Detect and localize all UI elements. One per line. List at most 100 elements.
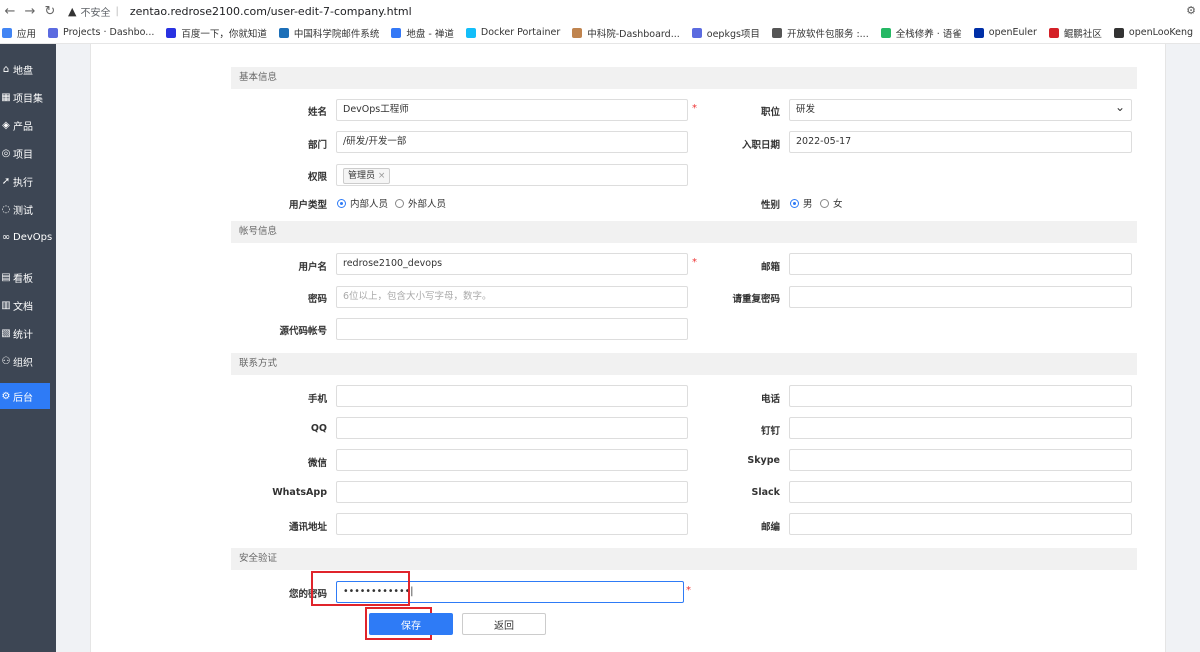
repeat-password-label: 请重复密码 xyxy=(732,294,780,305)
sidebar-item-3[interactable]: ◎ 项目 xyxy=(0,140,56,166)
bookmark-label: 鲲鹏社区 xyxy=(1063,28,1102,40)
bookmark-item[interactable]: 地盘 - 禅道 xyxy=(391,26,454,40)
back-arrow-icon[interactable]: ← xyxy=(0,4,20,19)
sidebar-item-2[interactable]: ◈ 产品 xyxy=(0,112,56,138)
bookmark-favicon-icon xyxy=(465,27,476,38)
bookmark-label: 百度一下，你就知道 xyxy=(181,28,267,40)
back-button[interactable]: 返回 xyxy=(462,613,546,635)
whatsapp-label: WhatsApp xyxy=(272,487,327,498)
sidebar-item-label: 组织 xyxy=(13,357,33,369)
required-mark: * xyxy=(686,585,691,596)
save-button[interactable]: 保存 xyxy=(369,613,453,635)
sidebar-item-label: 看板 xyxy=(13,273,33,285)
role-select[interactable]: 研发 xyxy=(789,99,1132,121)
dept-select[interactable]: /研发/开发一部 xyxy=(336,131,688,153)
password-input[interactable]: 6位以上，包含大小写字母，数字。 xyxy=(336,286,688,308)
sidebar-item-4[interactable]: ➚ 执行 xyxy=(0,168,56,194)
name-input[interactable]: DevOps工程师 xyxy=(336,99,688,121)
url-text[interactable]: zentao.redrose2100.com/user-edit-7-compa… xyxy=(130,5,412,18)
qq-label: QQ xyxy=(310,423,327,434)
bookmark-item[interactable]: Projects · Dashbo... xyxy=(48,27,154,38)
sidebar-item-6[interactable]: ∞ DevOps xyxy=(0,224,56,250)
doc-icon: ▥ xyxy=(1,299,11,311)
bookmark-item[interactable]: Docker Portainer xyxy=(465,27,560,38)
extension-icon[interactable]: ⚙ xyxy=(1186,4,1196,17)
chart-icon: ▧ xyxy=(1,327,11,339)
reload-icon[interactable]: ↻ xyxy=(40,4,60,19)
mobile-label: 手机 xyxy=(307,394,327,405)
zipcode-input[interactable] xyxy=(789,513,1132,535)
bookmark-favicon-icon xyxy=(2,27,12,38)
remove-chip-icon[interactable]: × xyxy=(378,171,386,181)
sidebar-item-1[interactable]: ▦ 项目集 xyxy=(0,84,56,110)
slack-input[interactable] xyxy=(789,481,1132,503)
bookmark-item[interactable]: 全栈修养 · 语雀 xyxy=(880,26,962,40)
grid-icon: ▦ xyxy=(1,91,11,103)
gender-label: 性别 xyxy=(760,200,780,211)
radio-unchecked-icon xyxy=(395,198,404,208)
bookmark-label: 全栈修养 · 语雀 xyxy=(895,28,962,40)
section-contact: 联系方式 xyxy=(231,353,1137,375)
bookmark-item[interactable]: 鲲鹏社区 xyxy=(1048,26,1102,40)
bookmark-item[interactable]: oepkgs项目 xyxy=(691,26,760,40)
sidebar-item-label: 测试 xyxy=(13,205,33,217)
bookmark-item[interactable]: 中科院-Dashboard... xyxy=(572,26,680,40)
zipcode-label: 邮编 xyxy=(760,522,780,533)
sidebar-item-7[interactable]: ▤ 看板 xyxy=(0,264,56,290)
role-label: 职位 xyxy=(760,107,780,118)
sidebar-item-8[interactable]: ▥ 文档 xyxy=(0,292,56,318)
qq-input[interactable] xyxy=(336,417,688,439)
bookmark-item[interactable]: 百度一下，你就知道 xyxy=(166,26,267,40)
privilege-chip[interactable]: 管理员 × xyxy=(343,168,391,184)
weixin-input[interactable] xyxy=(336,449,688,471)
home-icon: ⌂ xyxy=(2,63,10,75)
bookmark-label: 中国科学院邮件系统 xyxy=(293,28,380,40)
account-label: 用户名 xyxy=(298,262,327,273)
radio-outer-label: 外部人员 xyxy=(408,199,447,210)
insecure-indicator[interactable]: ▲ 不安全 xyxy=(68,4,110,19)
sidebar-item-0[interactable]: ⌂ 地盘 xyxy=(0,56,56,82)
section-basic-info: 基本信息 xyxy=(231,67,1137,89)
dingding-label: 钉钉 xyxy=(760,426,780,437)
radio-inner-label: 内部人员 xyxy=(350,199,389,210)
sidebar-item-11[interactable]: ⚙ 后台 xyxy=(0,383,50,409)
bookmark-favicon-icon xyxy=(166,27,177,38)
skype-input[interactable] xyxy=(789,449,1132,471)
sidebar-item-label: 执行 xyxy=(13,177,33,189)
sidebar-item-9[interactable]: ▧ 统计 xyxy=(0,320,56,346)
phone-label: 电话 xyxy=(760,394,780,405)
bookmark-item[interactable]: 应用 xyxy=(2,26,36,40)
bookmark-label: openEuler xyxy=(988,27,1037,38)
sidebar-item-label: 产品 xyxy=(13,121,33,133)
radio-male[interactable]: 男 xyxy=(790,196,813,210)
whatsapp-input[interactable] xyxy=(336,481,688,503)
sidebar-item-label: 项目集 xyxy=(13,93,43,105)
address-input[interactable] xyxy=(336,513,688,535)
bookmark-favicon-icon xyxy=(1048,27,1059,38)
bookmark-item[interactable]: 中国科学院邮件系统 xyxy=(278,26,380,40)
join-date-input[interactable]: 2022-05-17 xyxy=(789,131,1132,153)
privilege-select[interactable]: 管理员 × xyxy=(336,164,688,186)
sidebar-item-10[interactable]: ⚇ 组织 xyxy=(0,348,56,374)
email-label: 邮箱 xyxy=(760,262,780,273)
bookmark-item[interactable]: 开放软件包服务 :... xyxy=(771,26,869,40)
bookmark-favicon-icon xyxy=(880,27,891,38)
bookmark-item[interactable]: openLooKeng xyxy=(1113,27,1193,38)
sidebar-item-5[interactable]: ◌ 测试 xyxy=(0,196,56,222)
radio-outer-user[interactable]: 外部人员 xyxy=(395,196,446,210)
commiter-input[interactable] xyxy=(336,318,688,340)
mobile-input[interactable] xyxy=(336,385,688,407)
account-input[interactable]: redrose2100_devops xyxy=(336,253,688,275)
forward-arrow-icon[interactable]: → xyxy=(20,4,40,19)
bookmark-item[interactable]: openEuler xyxy=(973,27,1037,38)
repeat-password-input[interactable] xyxy=(789,286,1132,308)
privilege-label: 权限 xyxy=(307,172,327,183)
email-input[interactable] xyxy=(789,253,1132,275)
test-icon: ◌ xyxy=(1,203,11,215)
radio-inner-user[interactable]: 内部人员 xyxy=(337,196,388,210)
phone-input[interactable] xyxy=(789,385,1132,407)
dingding-input[interactable] xyxy=(789,417,1132,439)
radio-female-label: 女 xyxy=(833,199,843,210)
password-label: 密码 xyxy=(307,294,327,305)
radio-female[interactable]: 女 xyxy=(820,196,843,210)
